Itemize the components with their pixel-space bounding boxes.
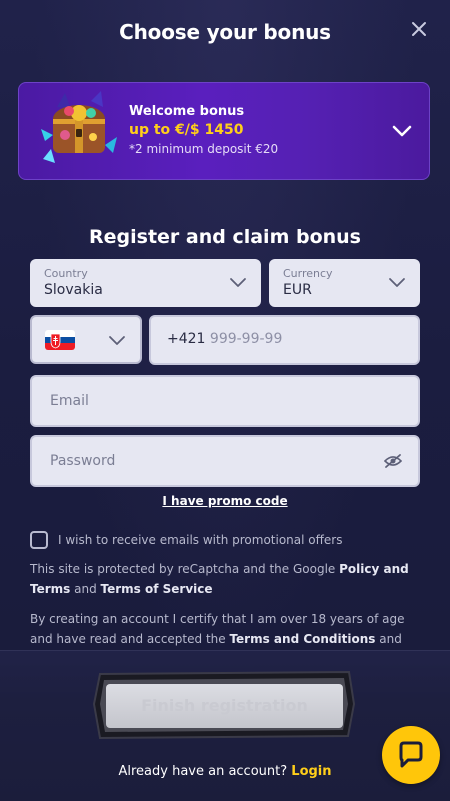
chevron-down-icon[interactable]: [391, 123, 413, 139]
certify-and: and: [375, 632, 402, 646]
recaptcha-text: This site is protected by reCaptcha and …: [30, 562, 340, 576]
phone-placeholder: 999-99-99: [209, 331, 283, 347]
chevron-down-icon: [389, 278, 405, 287]
finish-registration-button[interactable]: Finish registration: [106, 684, 343, 728]
country-value: Slovakia: [44, 282, 103, 298]
promo-code-link[interactable]: I have promo code: [0, 494, 450, 508]
chat-bubble-icon: [399, 741, 423, 768]
chevron-down-icon: [109, 336, 125, 345]
promo-emails-label: I wish to receive emails with promotiona…: [58, 533, 343, 547]
email-placeholder: Email: [50, 393, 89, 409]
country-select[interactable]: Country Slovakia: [30, 259, 261, 307]
treasure-chest-icon: [41, 91, 117, 163]
slovakia-flag-icon: [45, 330, 75, 350]
password-placeholder: Password: [50, 453, 116, 469]
phone-country-select[interactable]: [30, 315, 142, 364]
currency-select[interactable]: Currency EUR: [269, 259, 420, 307]
welcome-bonus-card[interactable]: Welcome bonus up to €/$ 1450 *2 minimum …: [18, 82, 430, 180]
login-prompt-text: Already have an account?: [118, 764, 288, 779]
close-icon[interactable]: [408, 18, 430, 40]
email-field[interactable]: Email: [30, 375, 420, 427]
finish-registration-wrapper: Finish registration: [92, 668, 357, 740]
chat-support-button[interactable]: [382, 726, 440, 784]
bonus-label: Welcome bonus: [129, 104, 245, 119]
phone-input[interactable]: +421 999-99-99: [149, 315, 420, 365]
recaptcha-notice: This site is protected by reCaptcha and …: [30, 559, 422, 599]
login-link[interactable]: Login: [291, 764, 331, 779]
register-title: Register and claim bonus: [89, 226, 361, 248]
password-field[interactable]: Password: [30, 435, 420, 487]
recaptcha-and: and: [70, 582, 101, 596]
chevron-down-icon: [230, 278, 246, 287]
phone-prefix: +421: [167, 331, 206, 347]
login-prompt: Already have an account? Login: [0, 764, 450, 779]
age-certification-notice: By creating an account I certify that I …: [30, 609, 422, 649]
modal-title: Choose your bonus: [119, 20, 331, 44]
terms-conditions-link[interactable]: Terms and Conditions: [229, 632, 375, 646]
country-label: Country: [44, 267, 88, 280]
bonus-amount: up to €/$ 1450: [129, 122, 244, 138]
terms-of-service-link[interactable]: Terms of Service: [101, 582, 213, 596]
eye-off-icon[interactable]: [384, 453, 402, 469]
bonus-note: *2 minimum deposit €20: [129, 142, 279, 156]
promo-emails-checkbox[interactable]: [30, 531, 48, 549]
